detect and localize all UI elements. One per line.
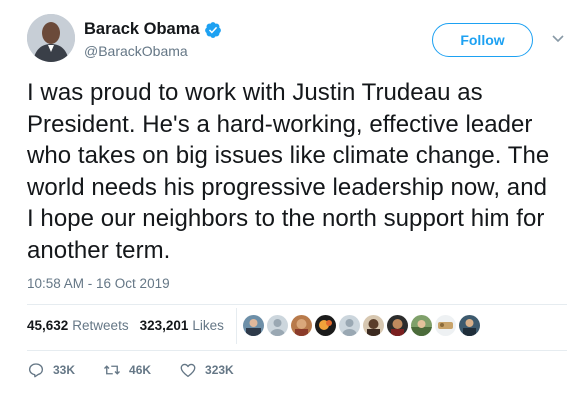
action-bar: 33K 46K 323K [27,361,262,379]
liker-avatar[interactable] [267,315,288,336]
tweet-text: I was proud to work with Justin Trudeau … [27,79,550,264]
retweet-button[interactable]: 46K [103,361,151,379]
retweet-count: 46K [129,363,152,377]
engagement-stats: 45,632 Retweets 323,201 Likes [27,318,224,333]
retweets-count[interactable]: 45,632 [27,318,68,333]
tweet-timestamp[interactable]: 10:58 AM - 16 Oct 2019 [27,276,170,291]
avatar-image [27,14,75,62]
like-count: 323K [205,363,234,377]
follow-button[interactable]: Follow [432,23,533,57]
likes-count[interactable]: 323,201 [140,318,189,333]
retweet-icon [104,365,120,375]
reply-button[interactable]: 33K [27,361,75,379]
retweets-label[interactable]: Retweets [72,318,128,333]
author-avatar[interactable] [27,14,75,62]
liker-avatar[interactable] [387,315,408,336]
heart-icon [180,363,196,378]
liker-avatar[interactable] [315,315,336,336]
chevron-down-icon[interactable] [551,34,565,44]
reply-count: 33K [53,363,76,377]
liker-avatar[interactable] [459,315,480,336]
liker-avatar[interactable] [339,315,360,336]
divider [27,304,567,305]
liker-avatar[interactable] [411,315,432,336]
author-handle[interactable]: @BarackObama [84,43,188,59]
liker-avatar[interactable] [291,315,312,336]
liker-avatar[interactable] [243,315,264,336]
liker-avatar[interactable] [435,315,456,336]
divider [236,308,237,344]
liker-avatars [243,315,483,336]
divider [27,350,567,351]
likes-label[interactable]: Likes [192,318,224,333]
liker-avatar[interactable] [363,315,384,336]
author-name[interactable]: Barack Obama [84,20,200,39]
like-button[interactable]: 323K [179,361,234,379]
tweet-card: Barack Obama @BarackObama Follow I was p… [0,0,583,400]
verified-badge-icon [204,21,221,38]
reply-icon [28,363,44,378]
